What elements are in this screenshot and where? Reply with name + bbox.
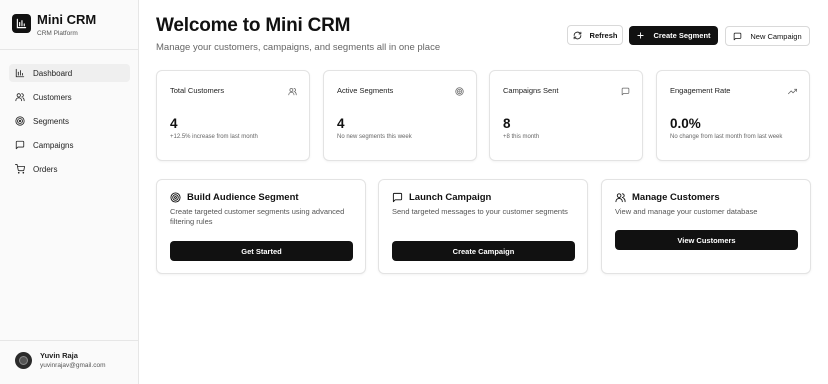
new-campaign-label: New Campaign	[750, 31, 802, 41]
main-content: Welcome to Mini CRM Manage your customer…	[139, 0, 828, 384]
stat-label: Engagement Rate	[670, 86, 731, 95]
sidebar-item-label: Dashboard	[33, 68, 73, 78]
divider	[0, 340, 139, 341]
view-customers-button[interactable]: View Customers	[615, 230, 798, 250]
users-icon	[615, 193, 626, 203]
sidebar-item-label: Customers	[33, 92, 72, 102]
page-title: Welcome to Mini CRM	[156, 15, 351, 36]
action-card-manage-customers: Manage Customers View and manage your cu…	[601, 179, 811, 274]
page-subtitle: Manage your customers, campaigns, and se…	[156, 42, 441, 53]
sidebar-item-segments[interactable]: Segments	[9, 112, 130, 130]
refresh-label: Refresh	[589, 30, 618, 40]
stat-card-campaigns-sent: Campaigns Sent 8 +8 this month	[489, 70, 643, 161]
refresh-icon	[573, 31, 581, 39]
message-square-icon	[15, 140, 25, 150]
users-icon	[288, 88, 297, 96]
sidebar-item-label: Campaigns	[33, 140, 74, 150]
create-campaign-button[interactable]: Create Campaign	[392, 241, 575, 261]
stat-value: 0.0%	[670, 116, 701, 131]
create-segment-button[interactable]: Create Segment	[629, 26, 718, 45]
sidebar-item-customers[interactable]: Customers	[9, 88, 130, 106]
user-name: Yuvin Raja	[40, 351, 78, 360]
stat-value: 4	[170, 116, 178, 131]
new-campaign-button[interactable]: New Campaign	[725, 26, 810, 46]
stat-note: No change from last month from last week	[670, 134, 783, 140]
action-card-build-segment: Build Audience Segment Create targeted c…	[156, 179, 366, 274]
stat-label: Campaigns Sent	[503, 86, 559, 95]
sidebar: Mini CRM CRM Platform Dashboard Customer…	[0, 0, 139, 384]
message-square-icon	[621, 87, 630, 96]
get-started-button[interactable]: Get Started	[170, 241, 353, 261]
action-description: View and manage your customer database	[615, 207, 758, 216]
stat-note: +12.5% increase from last month	[170, 134, 258, 140]
plus-icon	[637, 32, 645, 39]
target-icon	[455, 87, 464, 96]
bar-chart-icon	[12, 14, 31, 33]
stat-value: 8	[503, 116, 511, 131]
sidebar-item-orders[interactable]: Orders	[9, 160, 130, 178]
refresh-button[interactable]: Refresh	[567, 25, 623, 45]
stat-note: No new segments this week	[337, 134, 412, 140]
stat-label: Total Customers	[170, 86, 225, 95]
create-segment-label: Create Segment	[653, 31, 711, 40]
user-email: yuvinrajav@gmail.com	[40, 362, 106, 369]
users-icon	[15, 93, 25, 102]
sidebar-item-label: Segments	[33, 116, 70, 126]
action-title: Build Audience Segment	[187, 192, 299, 203]
shopping-cart-icon	[15, 164, 25, 174]
action-description: Create targeted customer segments using …	[170, 207, 345, 226]
action-description: Send targeted messages to your customer …	[392, 207, 568, 216]
sidebar-item-label: Orders	[33, 164, 58, 174]
message-square-icon	[734, 32, 742, 40]
target-icon	[170, 192, 181, 203]
message-square-icon	[392, 192, 403, 203]
action-card-launch-campaign: Launch Campaign Send targeted messages t…	[378, 179, 588, 274]
stat-note: +8 this month	[503, 134, 540, 140]
sidebar-nav: Dashboard Customers Segments Campaigns O…	[9, 64, 130, 184]
action-title: Launch Campaign	[409, 192, 492, 203]
stat-value: 4	[337, 116, 345, 131]
stat-label: Active Segments	[337, 86, 394, 95]
sidebar-item-dashboard[interactable]: Dashboard	[9, 64, 130, 82]
stat-card-active-segments: Active Segments 4 No new segments this w…	[323, 70, 477, 161]
user-profile[interactable]: Yuvin Raja yuvinrajav@gmail.com	[15, 351, 105, 369]
divider	[0, 49, 139, 50]
stat-card-total-customers: Total Customers 4 +12.5% increase from l…	[156, 70, 310, 161]
target-icon	[15, 116, 25, 126]
sidebar-item-campaigns[interactable]: Campaigns	[9, 136, 130, 154]
action-title: Manage Customers	[632, 192, 720, 203]
brand-subtitle: CRM Platform	[37, 30, 78, 37]
bar-chart-icon	[15, 68, 25, 78]
brand-title: Mini CRM	[37, 12, 97, 27]
stat-card-engagement-rate: Engagement Rate 0.0% No change from last…	[656, 70, 810, 161]
trending-up-icon	[788, 88, 797, 95]
avatar	[15, 351, 32, 369]
brand[interactable]: Mini CRM CRM Platform	[12, 12, 96, 37]
